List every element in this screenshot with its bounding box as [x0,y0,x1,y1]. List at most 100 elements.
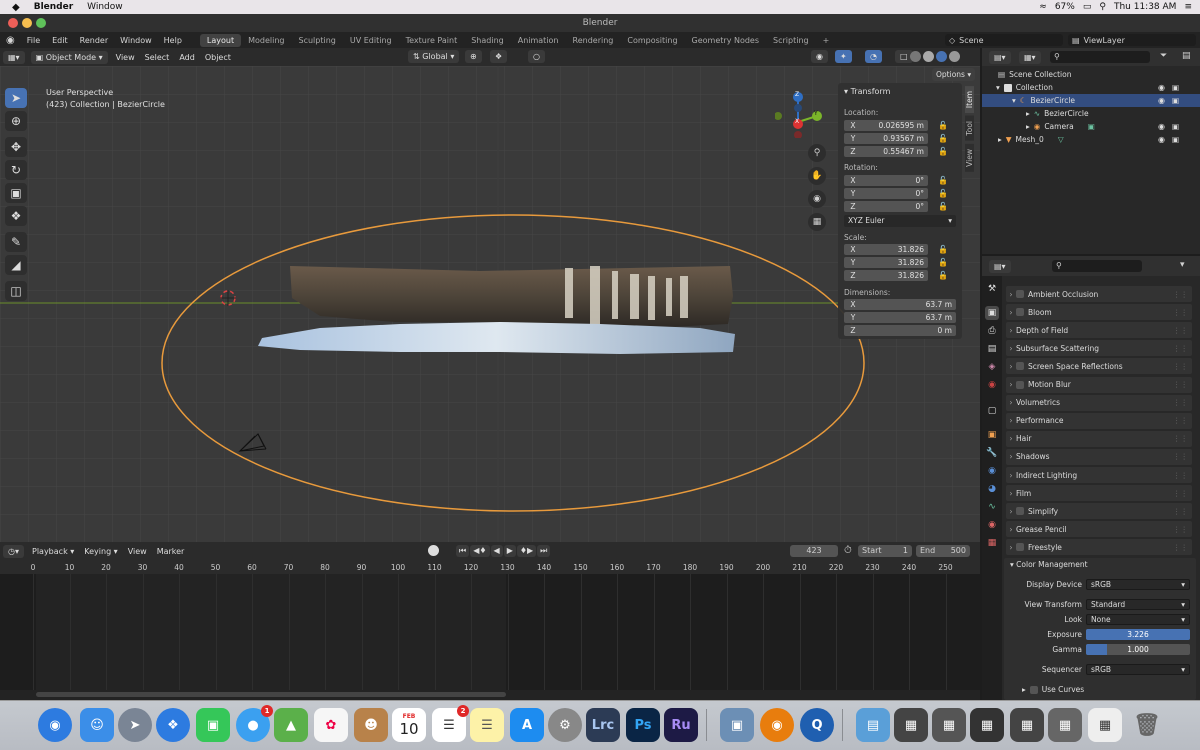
menu-edit[interactable]: Edit [46,36,74,45]
safari-browser-dock-icon[interactable]: ❖ [156,708,190,742]
lock-icon[interactable]: 🔓 [938,134,948,143]
tab-uv-editing[interactable]: UV Editing [343,34,399,47]
tab-rendering[interactable]: Rendering [566,34,621,47]
pivot-icon[interactable]: ⊕ [465,50,482,63]
menu-render[interactable]: Render [74,36,114,45]
use-curves-checkbox[interactable] [1029,685,1038,694]
menu-file[interactable]: File [21,36,46,45]
properties-options-icon[interactable]: ▾ [1180,260,1185,270]
render-tab-icon[interactable]: ▣ [985,306,999,320]
drag-handle-icon[interactable]: ⋮⋮ [1173,326,1188,335]
tab-modeling[interactable]: Modeling [241,34,291,47]
render-camera-icon[interactable]: ▣ [1172,96,1179,105]
contacts-dock-icon[interactable]: ☻ [354,708,388,742]
tool-settings-tab-icon[interactable]: ⚒ [985,282,999,296]
recent-window-dock-icon[interactable]: ▦ [894,708,928,742]
panel-enable-checkbox[interactable] [1016,290,1024,298]
calendar-dock-icon[interactable]: FEB 10 [392,708,426,742]
tab-scripting[interactable]: Scripting [766,34,816,47]
new-collection-icon[interactable]: ▤ [1182,51,1191,61]
view-layer-selector[interactable]: ▤ ViewLayer [1068,34,1196,46]
viewport-menu-add[interactable]: Add [174,53,200,62]
outliner-search-input[interactable]: ⚲ [1050,51,1150,63]
panel-freestyle[interactable]: › Freestyle ⋮⋮ [1006,539,1192,556]
camera-view-icon[interactable]: ◉ [808,190,826,208]
drag-handle-icon[interactable]: ⋮⋮ [1173,489,1188,498]
messages-dock-icon[interactable]: ● 1 [236,705,273,742]
drag-handle-icon[interactable]: ⋮⋮ [1173,380,1188,389]
collection-checkbox[interactable] [1003,83,1012,92]
drag-handle-icon[interactable]: ⋮⋮ [1173,471,1188,480]
scale-tool-icon[interactable]: ▣ [5,183,27,203]
downloads-folder-dock-icon[interactable]: ▤ [856,708,890,742]
scene-selector[interactable]: ◇ Scene [945,34,1063,46]
panel-volumetrics[interactable]: › Volumetrics ⋮⋮ [1006,394,1192,411]
tab-view[interactable]: View [965,143,974,172]
launchpad-dock-icon[interactable]: ➤ [118,708,152,742]
rotation-mode-dropdown[interactable]: XYZ Euler ▾ [844,215,956,227]
outliner-display-mode-icon[interactable]: ▦▾ [1019,51,1041,64]
timeline-menu-keying[interactable]: Keying ▾ [79,547,122,556]
object-tab-icon[interactable]: ▣ [985,428,999,442]
drag-handle-icon[interactable]: ⋮⋮ [1173,543,1188,552]
drag-handle-icon[interactable]: ⋮⋮ [1173,398,1188,407]
facetime-dock-icon[interactable]: ▣ [196,708,230,742]
viewport-menu-object[interactable]: Object [200,53,236,62]
pan-hand-icon[interactable]: ✋ [808,167,826,185]
render-camera-icon[interactable]: ▣ [1172,135,1179,144]
zoom-icon[interactable]: ⚲ [808,144,826,162]
gamma-slider[interactable]: 1.000 [1086,644,1190,655]
close-window-button[interactable] [8,18,18,28]
wifi-icon[interactable]: ≈ [1039,2,1047,12]
filter-icon[interactable]: ⏷ [1160,51,1167,61]
viewport-menu-select[interactable]: Select [140,53,175,62]
drag-handle-icon[interactable]: ⋮⋮ [1173,525,1188,534]
move-tool-icon[interactable]: ✥ [5,137,27,157]
render-camera-icon[interactable]: ▣ [1172,83,1179,92]
properties-editor-type-icon[interactable]: ▤▾ [989,260,1011,273]
visibility-eye-icon[interactable]: ◉ [1158,122,1165,131]
panel-grease-pencil[interactable]: › Grease Pencil ⋮⋮ [1006,521,1192,538]
panel-shadows[interactable]: › Shadows ⋮⋮ [1006,448,1192,465]
select-tool-icon[interactable]: ➤ [5,88,27,108]
viewport-menu-view[interactable]: View [111,53,140,62]
modifiers-tab-icon[interactable]: 🔧 [985,446,999,460]
scene-tab-icon[interactable]: ◈ [985,360,999,374]
navigation-gizmo[interactable]: Z Y X [774,88,825,139]
app-store-dock-icon[interactable]: A [510,708,544,742]
solid-shading-icon[interactable] [923,51,934,62]
panel-enable-checkbox[interactable] [1016,507,1024,516]
next-keyframe-icon[interactable]: ♦▶ [516,545,537,557]
display-device-dropdown[interactable]: sRGB ▾ [1086,579,1190,590]
recent-window-dock-icon[interactable]: ▦ [1048,708,1082,742]
lightroom-dock-icon[interactable]: Lrc [586,708,620,742]
drag-handle-icon[interactable]: ⋮⋮ [1173,452,1188,461]
menu-help[interactable]: Help [158,36,188,45]
notes-dock-icon[interactable]: ☰ [470,708,504,742]
tab-tool[interactable]: Tool [965,116,974,141]
panel-film[interactable]: › Film ⋮⋮ [1006,485,1192,502]
trash-dock-icon[interactable]: 🗑 [1130,708,1164,742]
timeline-scrollbar[interactable] [36,692,506,697]
output-tab-icon[interactable]: ⎙ [985,324,999,338]
timeline-area[interactable] [0,574,980,690]
panel-enable-checkbox[interactable] [1016,380,1024,389]
recent-window-dock-icon[interactable]: ▦ [932,708,966,742]
drag-handle-icon[interactable]: ⋮⋮ [1173,434,1188,443]
apple-icon[interactable]: ◆ [12,2,20,13]
object-mode-dropdown[interactable]: ▣ Object Mode ▾ [30,50,108,64]
play-icon[interactable]: ▶ [503,545,516,557]
transform-orientation-dropdown[interactable]: ⇅ Global ▾ [408,50,460,63]
tab-texture-paint[interactable]: Texture Paint [399,34,465,47]
outliner-row-mesh-0[interactable]: ▸ ▼ Mesh_0 ▽ ◉ ▣ [982,133,1200,146]
rotation-z-field[interactable]: Z 0° [844,201,928,212]
record-button[interactable] [428,545,439,556]
minimize-window-button[interactable] [22,18,32,28]
exposure-slider[interactable]: 3.226 [1086,629,1190,640]
reminders-dock-icon[interactable]: ☰ 2 [432,705,469,742]
timeline-editor-type-icon[interactable]: ◷▾ [3,544,24,558]
window-menu[interactable]: Window [87,2,123,12]
prev-keyframe-icon[interactable]: ◀♦ [470,545,490,557]
sequencer-dropdown[interactable]: sRGB ▾ [1086,664,1190,675]
dimensions-z-field[interactable]: Z0 m [844,325,956,336]
